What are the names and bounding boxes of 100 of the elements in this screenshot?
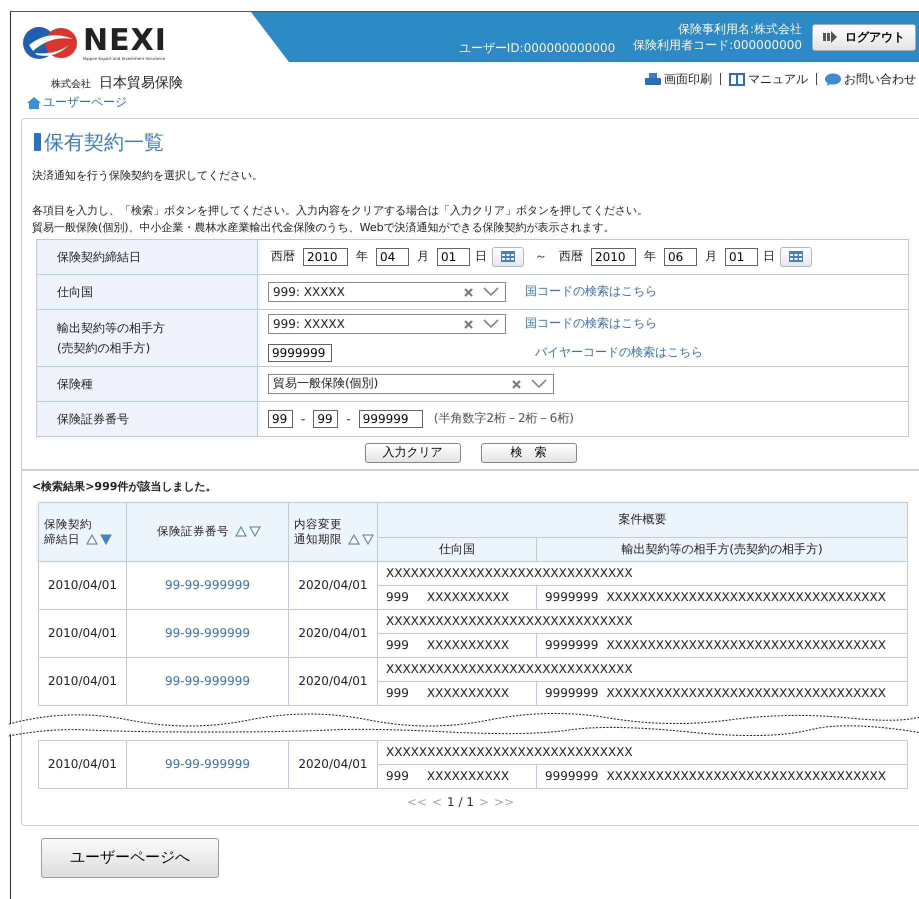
header-link[interactable]: 画面印刷 [645,70,712,88]
speech-bubble-icon [825,72,841,86]
calendar-button[interactable] [780,246,812,266]
buyer-code-field[interactable]: 9999999 [268,344,332,362]
policy-number-field[interactable]: 99 [268,410,293,428]
clear-icon [463,318,475,328]
calendar-icon [501,251,515,262]
table-cell: 999 [386,769,409,783]
search-link[interactable]: 国コードの検索はこちら [525,283,657,300]
user-id: ユーザーID:000000000000 [458,40,616,56]
column-group-header: 案件概要 [378,502,908,537]
form-button[interactable]: 入力クリア [364,442,460,462]
table-cell: 9999999 [545,590,598,604]
table-cell: XXXXXXXXXX [426,769,510,783]
instruction-text: 貿易一般保険(個別)、中小企業・農林水産業輸出代金保険のうち、Webで決済通知ができる保険契約が表示されます。 [32,220,616,234]
table-cell: XXXXXXXXXXXXXXXXXXXXXXXXXXXXXXXXXX [606,686,886,700]
user-code: 保険利用者コード:000000000 [633,37,802,53]
user-name: 保険事利用名:株式会社 [678,21,802,37]
home-icon [27,96,41,108]
unit-label: 月 [416,248,430,265]
form-button[interactable]: 検 索 [480,442,576,462]
day-field[interactable]: 01 [437,248,470,266]
policy-number-field[interactable]: 99 [313,410,338,428]
field-label: 輸出契約等の相手方 (売契約の相手方) [36,309,258,366]
day-field[interactable]: 01 [725,248,758,266]
column-header: 仕向国 [378,537,536,561]
field-label: 保険種 [36,366,258,401]
table-cell: XXXXXXXXXXXXXXXXXXXXXXXXXXXXXX [378,657,908,681]
breadcrumb-link[interactable]: ユーザーページ [27,94,127,111]
unit-label: 月 [704,248,718,265]
dropdown-field[interactable]: 貿易一般保険(個別) [268,374,554,394]
dropdown-field[interactable]: 999: XXXXX [268,282,506,302]
table-cell: XXXXXXXXXX [426,590,510,604]
table-cell: XXXXXXXXXXXXXXXXXXXXXXXXXXXXXX [378,561,908,585]
field-label: 保険契約締結日 [36,239,258,274]
table-cell: 2010/04/01 [38,609,126,657]
sort-ascending-icon[interactable] [86,534,98,544]
table-cell: XXXXXXXXXXXXXXXXXXXXXXXXXXXXXX [378,609,908,633]
column-header[interactable]: 内容変更 通知期限 [288,502,378,561]
sort-descending-icon[interactable] [100,534,112,545]
search-link[interactable]: バイヤーコードの検索はこちら [535,344,703,361]
table-cell: XXXXXXXXXXXXXXXXXXXXXXXXXXXXXXXXXX [606,769,886,783]
page-indicator: 1 / 1 [447,794,474,808]
field-label: 保険証券番号 [36,401,258,436]
table-cell: 2010/04/01 [38,561,126,609]
sort-ascending-icon[interactable] [234,526,247,537]
company-name: 日本貿易保険 [99,74,183,92]
arrow-icon [823,31,837,43]
title-marker-icon [34,133,41,151]
search-link[interactable]: 国コードの検索はこちら [525,315,657,332]
clear-icon [463,286,475,296]
chevron-down-icon [531,378,547,388]
format-hint: (半角数字2桁－2桁－6桁) [434,410,574,427]
unit-label: 年 [355,248,369,265]
sort-descending-icon[interactable] [362,534,374,545]
company-prefix: 株式会社 [51,78,91,91]
unit-label: 日 [763,248,775,265]
table-cell: 999 [386,638,409,652]
field-label: 仕向国 [36,274,258,309]
printer-icon [645,72,661,86]
sort-ascending-icon[interactable] [348,534,360,544]
table-cell: XXXXXXXXXX [426,638,510,652]
policy-number-link[interactable]: 99-99-999999 [164,626,250,640]
table-cell: XXXXXXXXXXXXXXXXXXXXXXXXXXXXXXXXXX [606,638,886,652]
calendar-icon [789,251,803,262]
year-field[interactable]: 2010 [591,248,636,266]
column-header: 輸出契約等の相手方(売契約の相手方) [536,537,908,561]
table-cell: 9999999 [545,638,598,652]
policy-number-field[interactable]: 999999 [358,410,423,428]
calendar-button[interactable] [492,246,524,266]
table-cell: 9999999 [545,769,598,783]
policy-number-link[interactable]: 99-99-999999 [164,674,250,688]
table-cell: 999 [386,590,409,604]
logout-button[interactable]: ログアウト [812,24,916,50]
table-cell: 2010/04/01 [38,657,126,705]
chevron-down-icon [483,318,499,328]
table-cell: 2020/04/01 [288,657,378,705]
chevron-down-icon [483,286,499,296]
month-field[interactable]: 06 [664,248,697,266]
dash-separator: - [345,412,352,426]
column-header[interactable]: 保険契約 締結日 [38,502,126,561]
header-link[interactable]: マニュアル [729,70,808,88]
header-link[interactable]: お問い合わせ [825,70,916,88]
instruction-text: 決済通知を行う保険契約を選択してください。 [32,168,264,182]
table-cell: 9999999 [545,686,598,700]
sort-descending-icon[interactable] [248,526,261,538]
policy-number-link[interactable]: 99-99-999999 [164,578,250,592]
month-field[interactable]: 04 [376,248,409,266]
back-button[interactable]: ユーザーページへ [41,838,219,878]
range-separator: ～ [534,248,548,265]
instruction-text: 各項目を入力し、「検索」ボタンを押してください。入力内容をクリアする場合は「入力クリア」ボタンを押してください。 [32,202,649,218]
dropdown-field[interactable]: 999: XXXXX [268,314,506,334]
table-cell: 2020/04/01 [288,561,378,609]
column-header[interactable]: 保険証券番号 [126,502,288,561]
book-icon [729,72,745,86]
table-cell: 2010/04/01 [38,740,126,788]
year-field[interactable]: 2010 [303,248,348,266]
policy-number-link[interactable]: 99-99-999999 [164,757,250,771]
table-cell: XXXXXXXXXX [426,686,510,700]
table-cell: 2020/04/01 [288,740,378,788]
